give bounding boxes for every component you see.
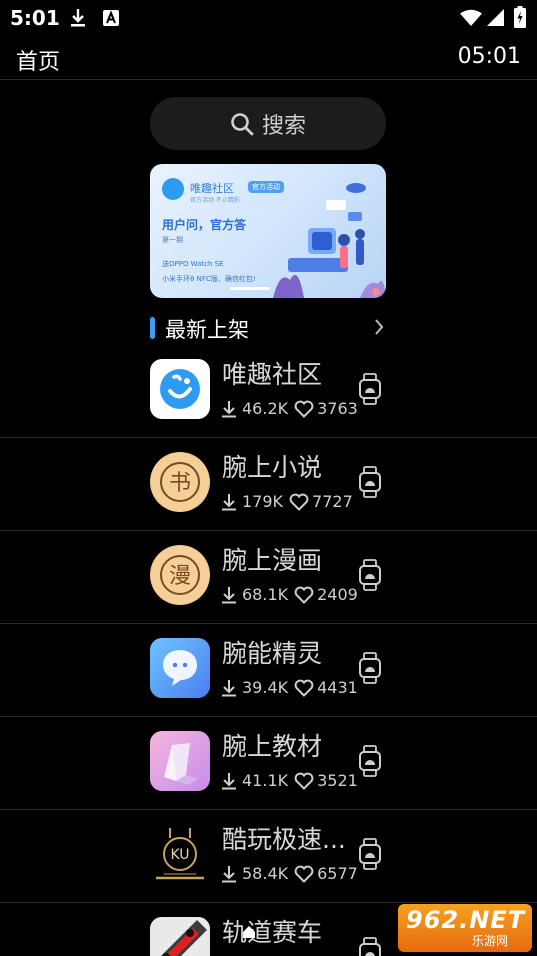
- list-item[interactable]: 腕上教材 41.1K 3521: [0, 717, 537, 810]
- section-title: 最新上架: [165, 318, 249, 342]
- heart-icon: [289, 493, 309, 511]
- download-icon: [222, 493, 236, 510]
- header-clock: 05:01: [457, 44, 521, 69]
- watch-icon[interactable]: [358, 652, 382, 684]
- status-time: 5:01: [10, 6, 60, 30]
- like-count: 2409: [317, 585, 358, 604]
- banner-illustration: [273, 183, 386, 298]
- section-header[interactable]: 最新上架: [150, 314, 386, 344]
- download-count: 58.4K: [242, 864, 289, 883]
- site-watermark: 962.NET 乐游网: [398, 904, 532, 952]
- download-count: 68.1K: [242, 585, 289, 604]
- comic-app-icon: 漫: [150, 545, 210, 605]
- heart-icon: [294, 772, 314, 790]
- app-name: 腕能精灵: [222, 639, 323, 668]
- heart-icon: [294, 586, 314, 604]
- app-name: 腕上教材: [222, 732, 323, 761]
- banner-headline: 用户问，官方答: [162, 218, 247, 232]
- ku-app-icon: KU: [150, 824, 210, 884]
- list-item[interactable]: 唯趣社区 46.2K 3763: [0, 345, 537, 438]
- chevron-right-icon[interactable]: [374, 318, 384, 336]
- app-stats: 179K 7727: [222, 492, 353, 511]
- racing-app-icon: [150, 917, 210, 956]
- app-stats: 58.4K 6577: [222, 864, 358, 883]
- like-count: 7727: [312, 492, 353, 511]
- pager-dot-active: [230, 287, 270, 290]
- promo-banner[interactable]: 唯趣社区 官方活动 官方活动 不止精彩 用户问，官方答 第一期 送OPPO Wa…: [150, 164, 386, 298]
- banner-subtitle: 官方活动 不止精彩: [190, 197, 240, 204]
- like-count: 3521: [317, 771, 358, 790]
- app-stats: 39.4K 4431: [222, 678, 358, 697]
- list-item[interactable]: 腕能精灵 39.4K 4431: [0, 624, 537, 717]
- app-stats: 41.1K 3521: [222, 771, 358, 790]
- like-count: 4431: [317, 678, 358, 697]
- list-item[interactable]: 漫 腕上漫画 68.1K 2409: [0, 531, 537, 624]
- download-icon: [222, 586, 236, 603]
- signal-icon: [487, 9, 504, 26]
- app-name: 腕上小说: [222, 453, 323, 482]
- banner-pager: [230, 287, 270, 290]
- search-bar[interactable]: 搜索: [150, 97, 386, 150]
- download-count: 179K: [242, 492, 284, 511]
- watermark-sub: 乐游网: [472, 934, 509, 948]
- app-name: 酷玩极速...: [222, 825, 346, 854]
- app-name: 唯趣社区: [222, 360, 323, 389]
- watch-icon[interactable]: [358, 373, 382, 405]
- home-icon[interactable]: [241, 924, 257, 940]
- status-bar: 5:01: [0, 0, 537, 38]
- watch-icon[interactable]: [358, 745, 382, 777]
- watch-icon[interactable]: [358, 838, 382, 870]
- app-stats: 68.1K 2409: [222, 585, 358, 604]
- page-title: 首页: [16, 50, 61, 75]
- app-stats: 46.2K 3763: [222, 399, 358, 418]
- heart-icon: [294, 679, 314, 697]
- banner-issue: 第一期: [162, 236, 183, 244]
- banner-line-2: 小米手环8 NFC版、确信红包!: [162, 275, 256, 283]
- download-icon: [222, 679, 236, 696]
- font-icon: [103, 10, 119, 26]
- banner-brand: 唯趣社区: [190, 182, 234, 195]
- weiqu-app-icon: [150, 359, 210, 419]
- download-count: 46.2K: [242, 399, 289, 418]
- download-icon: [71, 9, 85, 27]
- watermark-main: 962.NET: [406, 906, 526, 934]
- app-list: 唯趣社区 46.2K 3763 书 腕上小说 179K 7727 漫 腕上漫画 …: [0, 345, 537, 956]
- textbook-app-icon: [150, 731, 210, 791]
- watch-icon[interactable]: [358, 466, 382, 498]
- heart-icon: [294, 400, 314, 418]
- search-icon: [231, 112, 254, 135]
- download-icon: [222, 865, 236, 882]
- book-glyph: 书: [169, 471, 191, 496]
- download-icon: [222, 772, 236, 789]
- app-header: 首页 05:01: [0, 38, 537, 80]
- comic-glyph: 漫: [169, 564, 191, 589]
- watch-icon[interactable]: [358, 559, 382, 591]
- book-app-icon: 书: [150, 452, 210, 512]
- like-count: 3763: [317, 399, 358, 418]
- download-count: 41.1K: [242, 771, 289, 790]
- app-name: 轨道赛车: [222, 918, 323, 947]
- like-count: 6577: [317, 864, 358, 883]
- banner-line-1: 送OPPO Watch SE: [162, 260, 224, 268]
- weiqu-logo-icon: [162, 178, 184, 200]
- watch-icon[interactable]: [358, 937, 382, 956]
- download-count: 39.4K: [242, 678, 289, 697]
- list-item[interactable]: 书 腕上小说 179K 7727: [0, 438, 537, 531]
- battery-icon: [514, 6, 526, 28]
- list-item[interactable]: KU 酷玩极速... 58.4K 6577: [0, 810, 537, 903]
- section-accent-bar: [150, 317, 155, 339]
- app-name: 腕上漫画: [222, 546, 323, 575]
- ku-glyph: KU: [170, 847, 189, 863]
- search-label: 搜索: [261, 113, 306, 139]
- wifi-icon: [460, 9, 482, 26]
- sprite-app-icon: [150, 638, 210, 698]
- heart-icon: [294, 865, 314, 883]
- download-icon: [222, 400, 236, 417]
